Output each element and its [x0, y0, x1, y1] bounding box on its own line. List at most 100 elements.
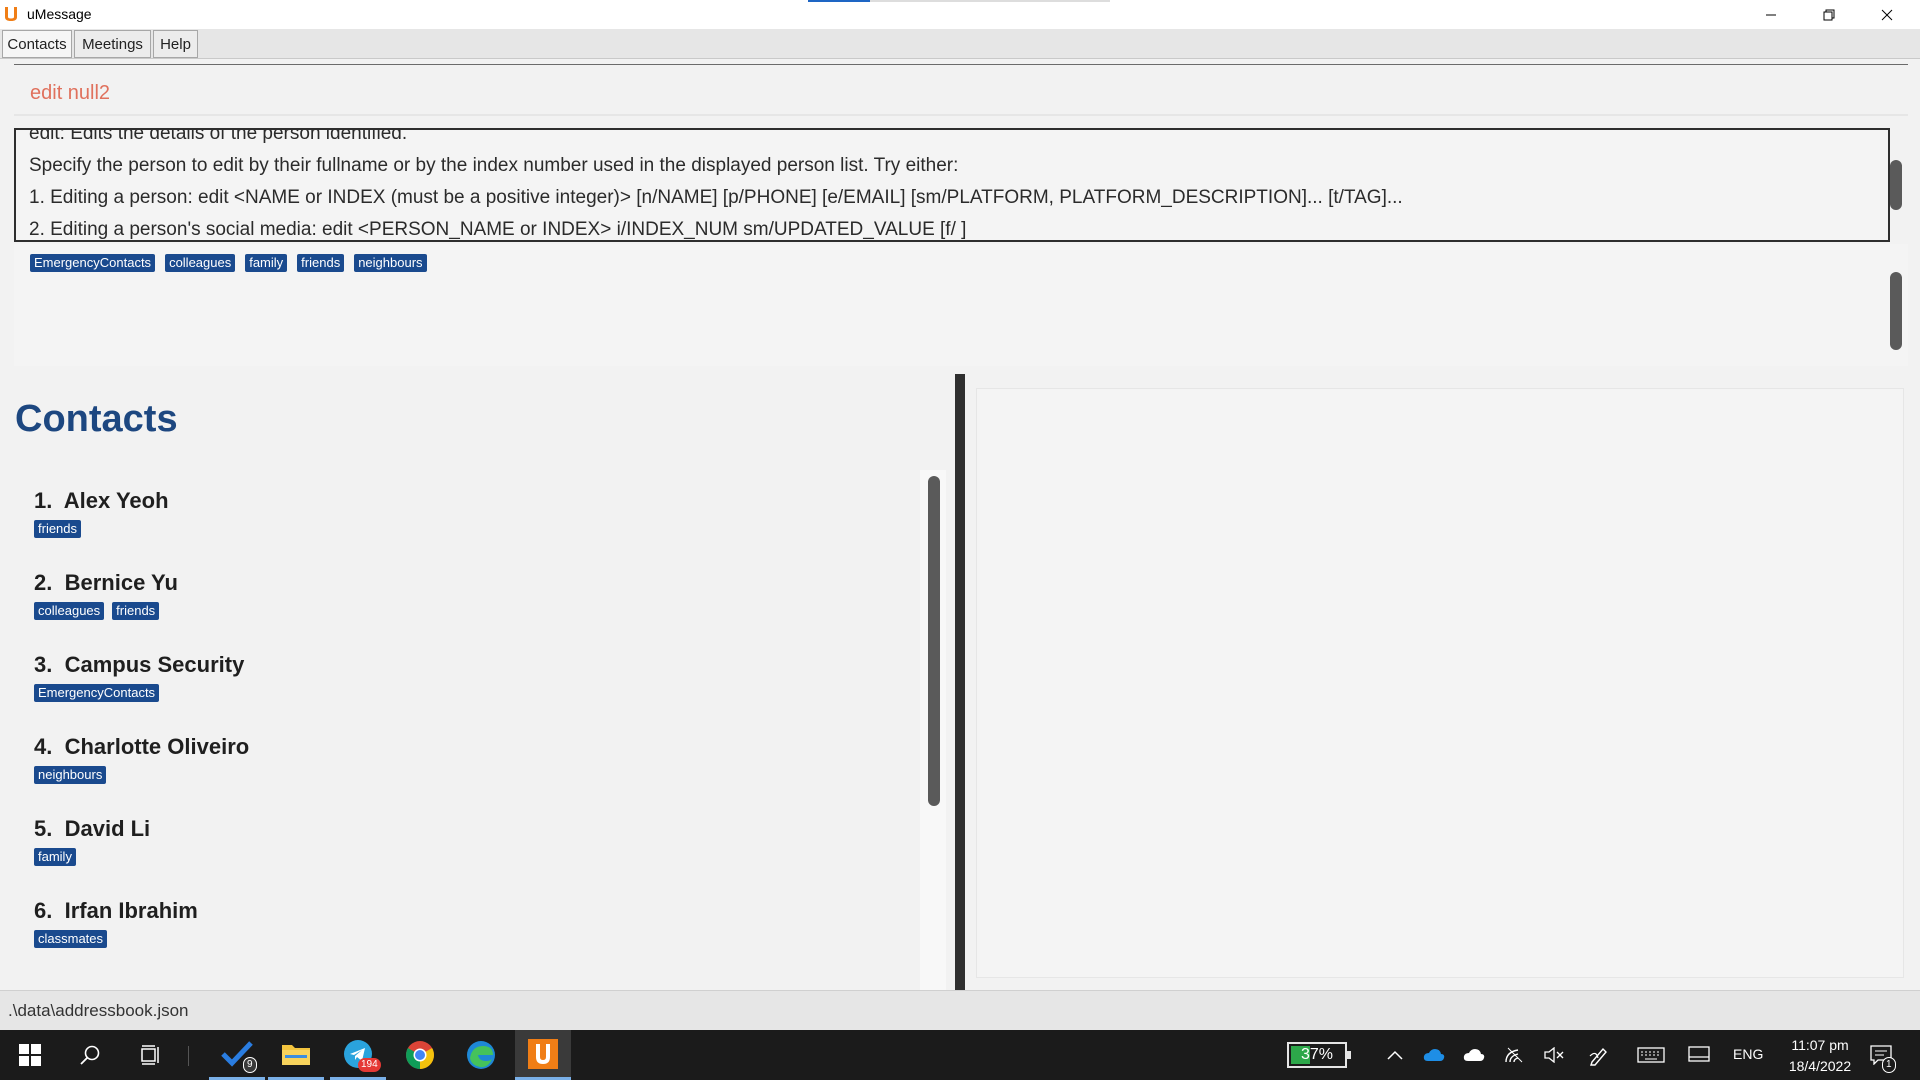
notification-center-button[interactable]: 1 — [1866, 1043, 1896, 1073]
title-indicator — [808, 0, 1110, 2]
pen-icon — [1589, 1047, 1607, 1066]
result-line: edit: Edits the details of the person id… — [29, 128, 408, 144]
contact-tags: friends — [34, 520, 169, 538]
start-button[interactable] — [2, 1030, 58, 1080]
taskbar-telegram[interactable]: 194 — [330, 1030, 386, 1080]
contact-tags: colleagues friends — [34, 602, 178, 620]
contact-name: 5. David Li — [34, 816, 150, 842]
restore-icon — [1823, 9, 1835, 20]
contact-name: 4. Charlotte Oliveiro — [34, 734, 249, 760]
contact-name: 6. Irfan Ibrahim — [34, 898, 198, 924]
contact-index: 4. — [34, 734, 53, 759]
taskbar-separator — [188, 1046, 189, 1066]
status-bar: .\data\addressbook.json — [0, 990, 1920, 1030]
list-item[interactable]: 4. Charlotte Oliveiro neighbours — [34, 734, 249, 784]
keyboard-icon — [1637, 1047, 1665, 1063]
display-button[interactable] — [1687, 1043, 1711, 1067]
onedrive-blue-button[interactable] — [1422, 1043, 1446, 1067]
task-view-icon — [141, 1045, 159, 1065]
tag: friends — [34, 520, 82, 538]
app-logo-icon — [5, 7, 17, 21]
edge-icon — [467, 1041, 495, 1069]
volume-muted-icon — [1544, 1047, 1564, 1063]
volume-button[interactable] — [1542, 1043, 1566, 1067]
minimize-button[interactable] — [1742, 0, 1800, 29]
chevron-up-icon — [1387, 1050, 1403, 1060]
file-path: .\data\addressbook.json — [8, 1001, 189, 1020]
display-icon — [1688, 1046, 1710, 1062]
cloud-icon — [1423, 1049, 1445, 1061]
taskbar-file-explorer[interactable] — [268, 1030, 324, 1080]
tag: colleagues — [34, 602, 105, 620]
title-bar: uMessage — [0, 0, 1920, 29]
tag: friends — [297, 254, 345, 272]
tag: family — [34, 848, 76, 866]
contact-name-text: Campus Security — [64, 652, 245, 677]
contact-index: 1. — [34, 488, 53, 513]
chrome-icon — [406, 1041, 434, 1069]
tag-panel-scrollbar[interactable] — [1890, 272, 1902, 350]
todo-badge: 9 — [243, 1057, 257, 1073]
contact-list: 1. Alex Yeoh friends 2. Bernice Yu colle… — [0, 470, 920, 990]
restore-button[interactable] — [1800, 0, 1858, 29]
search-button[interactable] — [62, 1030, 118, 1080]
network-button[interactable] — [1502, 1043, 1526, 1067]
contact-name-text: David Li — [64, 816, 151, 841]
contact-name-text: Bernice Yu — [64, 570, 178, 595]
panel-splitter[interactable] — [955, 374, 965, 990]
language-indicator[interactable]: ENG — [1733, 1046, 1763, 1062]
menu-contacts[interactable]: Contacts — [2, 30, 72, 58]
windows-icon — [19, 1044, 41, 1066]
menu-help[interactable]: Help — [153, 30, 198, 58]
contact-index: 2. — [34, 570, 53, 595]
clock-time: 11:07 pm — [1791, 1037, 1849, 1053]
wifi-icon — [1505, 1047, 1523, 1063]
clock[interactable]: 11:07 pm 18/4/2022 — [1770, 1035, 1870, 1077]
task-view-button[interactable] — [122, 1030, 178, 1080]
taskbar: 9 194 37% ENG 11:07 pm 18/4/2022 1 — [0, 1030, 1920, 1080]
result-line: 1. Editing a person: edit <NAME or INDEX… — [29, 187, 1403, 208]
taskbar-chrome[interactable] — [392, 1030, 448, 1080]
folder-icon — [282, 1044, 310, 1065]
contact-name: 3. Campus Security — [34, 652, 244, 678]
close-button[interactable] — [1858, 0, 1916, 29]
list-item[interactable]: 6. Irfan Ibrahim classmates — [34, 898, 198, 948]
cloud-icon — [1463, 1049, 1485, 1061]
battery-indicator[interactable]: 37% — [1287, 1042, 1351, 1068]
command-input[interactable]: edit null2 — [30, 82, 110, 105]
list-item[interactable]: 2. Bernice Yu colleagues friends — [34, 570, 178, 620]
command-box[interactable]: edit null2 — [14, 70, 1908, 116]
contact-name-text: Charlotte Oliveiro — [64, 734, 250, 759]
contact-index: 6. — [34, 898, 53, 923]
menu-bar: Contacts Meetings Help — [0, 29, 1920, 59]
contact-index: 3. — [34, 652, 53, 677]
menu-meetings[interactable]: Meetings — [74, 30, 151, 58]
minimize-icon — [1766, 14, 1776, 15]
result-display[interactable]: edit: Edits the details of the person id… — [14, 128, 1890, 242]
pen-button[interactable] — [1587, 1043, 1611, 1067]
tag: EmergencyContacts — [34, 684, 160, 702]
onedrive-white-button[interactable] — [1462, 1043, 1486, 1067]
tag: friends — [112, 602, 160, 620]
list-item[interactable]: 5. David Li family — [34, 816, 150, 866]
tag: neighbours — [34, 766, 107, 784]
tag: family — [245, 254, 288, 272]
tag-list: EmergencyContacts colleagues family frie… — [30, 254, 427, 272]
page-title: Contacts — [15, 398, 178, 440]
result-scrollbar[interactable] — [1890, 160, 1902, 210]
show-hidden-icons-button[interactable] — [1383, 1043, 1407, 1067]
taskbar-edge[interactable] — [453, 1030, 509, 1080]
clock-date: 18/4/2022 — [1788, 1058, 1852, 1074]
contact-list-scrollbar[interactable] — [928, 476, 940, 806]
list-item[interactable]: 1. Alex Yeoh friends — [34, 488, 169, 538]
taskbar-umessage[interactable] — [515, 1030, 571, 1080]
taskbar-todo-app[interactable]: 9 — [209, 1030, 265, 1080]
result-line: 2. Editing a person's social media: edit… — [29, 219, 967, 240]
telegram-badge: 194 — [358, 1058, 381, 1072]
result-line: Specify the person to edit by their full… — [29, 155, 959, 176]
window-title: uMessage — [27, 6, 92, 22]
touch-keyboard-button[interactable] — [1636, 1043, 1666, 1067]
tag: EmergencyContacts — [30, 254, 156, 272]
contact-name-text: Irfan Ibrahim — [64, 898, 198, 923]
list-item[interactable]: 3. Campus Security EmergencyContacts — [34, 652, 244, 702]
